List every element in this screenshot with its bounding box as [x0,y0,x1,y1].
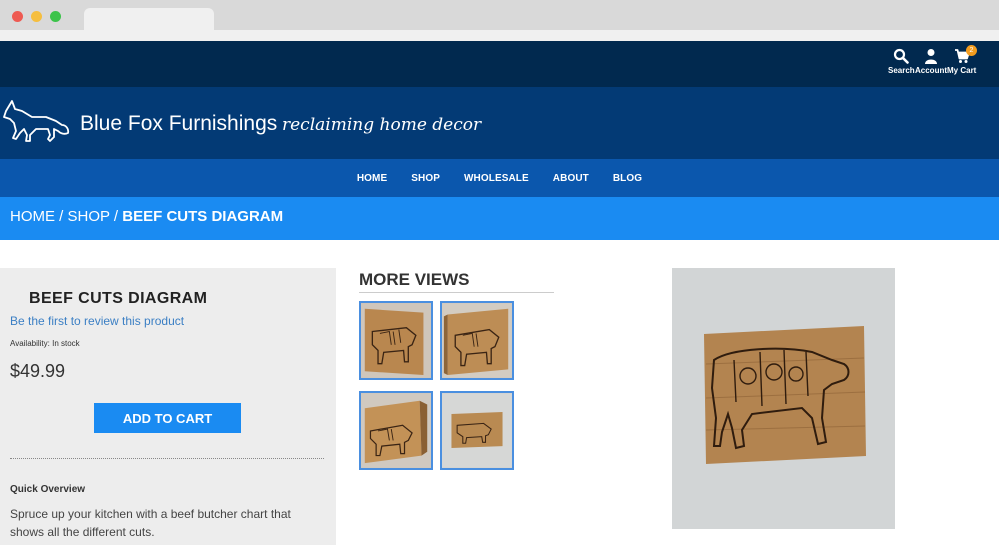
cart-link[interactable]: 2 My Cart [947,45,977,75]
product-thumbnail[interactable] [440,391,514,470]
breadcrumb-current: BEEF CUTS DIAGRAM [122,208,284,225]
account-icon [925,49,937,64]
breadcrumb-separator: / [55,208,68,225]
search-label: Search [888,66,915,75]
breadcrumb: HOME / SHOP / BEEF CUTS DIAGRAM [0,197,999,240]
close-window-button[interactable] [12,11,23,22]
breadcrumb-home[interactable]: HOME [10,208,55,225]
product-info-panel: BEEF CUTS DIAGRAM Be the first to review… [0,268,336,545]
cart-count-badge: 2 [966,45,977,56]
beef-cuts-sign-image [672,268,895,529]
product-title: BEEF CUTS DIAGRAM [29,290,208,307]
search-link[interactable]: Search [888,48,915,75]
nav-item-blog[interactable]: BLOG [601,173,654,184]
overview-text: Spruce up your kitchen with a beef butch… [10,507,291,539]
add-to-cart-button[interactable]: ADD TO CART [94,403,241,433]
beef-sign-thumbnail-image [442,303,512,378]
fox-logo-icon[interactable] [2,95,70,145]
main-product-image[interactable] [672,268,895,529]
nav-item-home[interactable]: HOME [345,173,399,184]
more-views-title: MORE VIEWS [359,270,470,289]
divider [10,458,324,459]
product-thumbnail[interactable] [359,391,433,470]
breadcrumb-separator: / [109,208,123,225]
product-price: $49.99 [10,361,66,381]
nav-item-shop[interactable]: SHOP [399,173,452,184]
beef-sign-thumbnail-image [361,393,431,468]
cart-label: My Cart [947,66,977,75]
availability-status: Availability: In stock [10,339,80,348]
product-thumbnail[interactable] [440,301,514,380]
account-link[interactable]: Account [915,48,947,75]
beef-sign-thumbnail-image [442,393,512,468]
browser-chrome [0,0,999,41]
beef-sign-thumbnail-image [361,303,431,378]
maximize-window-button[interactable] [50,11,61,22]
top-utility-bar: Search Account 2 My Cart [0,41,999,87]
brand-tagline: reclaiming home decor [282,115,482,135]
site-header: Blue Fox Furnishings reclaiming home dec… [0,87,999,159]
breadcrumb-shop[interactable]: SHOP [68,208,110,225]
more-views-divider [359,292,554,293]
review-link[interactable]: Be the first to review this product [10,314,184,328]
brand-name[interactable]: Blue Fox Furnishings [80,112,277,136]
search-icon [894,48,910,64]
nav-item-about[interactable]: ABOUT [541,173,601,184]
account-label: Account [915,66,947,75]
overview-title: Quick Overview [10,484,86,495]
minimize-window-button[interactable] [31,11,42,22]
product-thumbnail[interactable] [359,301,433,380]
browser-address-strip [0,30,999,41]
main-nav: HOME SHOP WHOLESALE ABOUT BLOG [0,159,999,197]
nav-item-wholesale[interactable]: WHOLESALE [452,173,541,184]
